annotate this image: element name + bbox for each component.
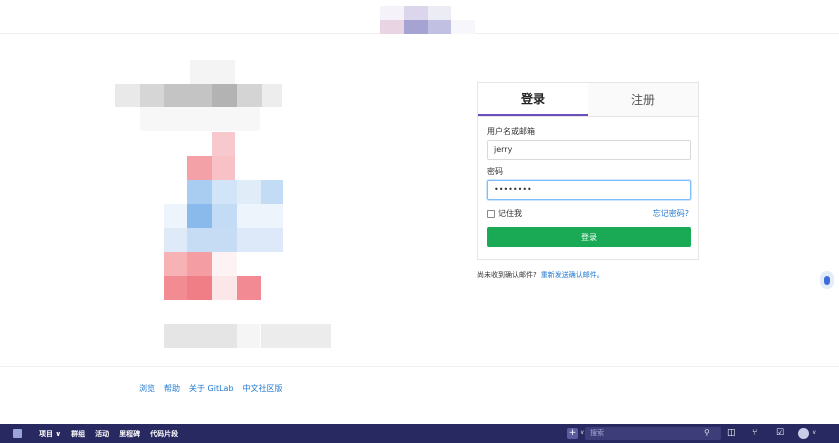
tab-register[interactable]: 注册 [588, 83, 698, 116]
nav-snippets[interactable]: 代码片段 [150, 429, 178, 439]
username-label: 用户名或邮箱 [487, 127, 535, 136]
footer-link-about[interactable]: 关于 GitLab [189, 383, 234, 394]
resend-confirmation-link[interactable]: 重新发送确认邮件。 [541, 271, 604, 279]
top-bar [0, 0, 839, 34]
footer-link-community[interactable]: 中文社区版 [243, 383, 283, 394]
search-icon[interactable]: ⚲ [704, 428, 710, 437]
bottom-nav-items: 项目 ∨ 群组 活动 里程碑 代码片段 [39, 429, 178, 439]
nav-milestones[interactable]: 里程碑 [119, 429, 140, 439]
login-card: 登录 注册 用户名或邮箱 jerry 密码 •••••••• 记住我 忘记密码?… [477, 82, 699, 260]
hero-illustration [90, 40, 340, 360]
footer-links: 浏览 帮助 关于 GitLab 中文社区版 [139, 383, 283, 394]
issues-icon[interactable]: ◫ [727, 428, 736, 438]
todo-icon[interactable]: ☑ [776, 428, 784, 438]
avatar-chevron-down-icon[interactable]: ∨ [812, 429, 816, 436]
confirmation-prompt: 尚未收到确认邮件? 重新发送确认邮件。 [477, 270, 604, 280]
new-item-plus-icon[interactable]: + [567, 428, 578, 439]
floating-widget[interactable] [820, 271, 834, 289]
remember-me[interactable]: 记住我 [487, 208, 522, 219]
app-logo-icon[interactable] [13, 429, 22, 438]
footer-divider [0, 366, 839, 367]
chevron-down-icon[interactable]: ∨ [580, 429, 584, 436]
password-input[interactable]: •••••••• [487, 180, 691, 200]
footer-link-explore[interactable]: 浏览 [139, 383, 155, 394]
bottom-nav-bar: 项目 ∨ 群组 活动 里程碑 代码片段 + ∨ 搜索 ⚲ ◫ ⑂ ☑ ∨ [0, 424, 839, 443]
nav-activity[interactable]: 活动 [95, 429, 109, 439]
forgot-password-link[interactable]: 忘记密码? [653, 208, 689, 219]
remember-row: 记住我 忘记密码? [487, 208, 689, 219]
widget-icon [824, 275, 830, 285]
confirmation-text: 尚未收到确认邮件? [477, 271, 537, 279]
user-avatar[interactable] [798, 428, 809, 439]
remember-label: 记住我 [498, 209, 522, 218]
auth-tabs: 登录 注册 [478, 83, 698, 117]
username-input[interactable]: jerry [487, 140, 691, 160]
password-label: 密码 [487, 167, 503, 176]
search-input[interactable]: 搜索 [585, 427, 721, 440]
merge-request-icon[interactable]: ⑂ [752, 428, 757, 438]
login-submit-button[interactable]: 登录 [487, 227, 691, 247]
remember-checkbox[interactable] [487, 209, 495, 218]
tab-login[interactable]: 登录 [478, 83, 588, 116]
nav-projects[interactable]: 项目 ∨ [39, 429, 61, 439]
nav-groups[interactable]: 群组 [71, 429, 85, 439]
footer-link-help[interactable]: 帮助 [164, 383, 180, 394]
login-form: 用户名或邮箱 jerry 密码 •••••••• 记住我 忘记密码? 登录 [478, 117, 698, 247]
brand-logo[interactable] [380, 6, 475, 34]
